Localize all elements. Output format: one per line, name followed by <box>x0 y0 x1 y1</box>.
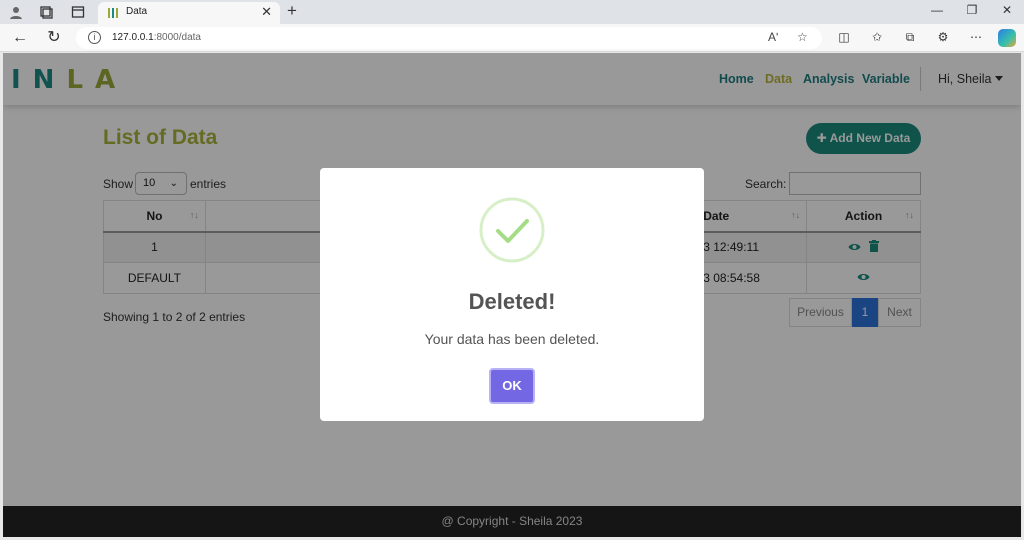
copilot-icon[interactable] <box>998 29 1016 47</box>
dialog-message: Your data has been deleted. <box>424 331 600 347</box>
address-field[interactable]: i 127.0.0.1:8000/data Aʹ ☆ <box>76 27 822 49</box>
minimize-icon[interactable]: — <box>930 3 944 17</box>
browser-address-bar: ← ↻ i 127.0.0.1:8000/data Aʹ ☆ ◫ ✩ ⧉ ⚙ ⋯ <box>0 24 1024 52</box>
tab-title: Data <box>126 6 148 17</box>
extensions-icon[interactable]: ⚙ <box>935 30 951 44</box>
read-aloud-icon[interactable]: Aʹ <box>768 30 778 44</box>
close-tab-icon[interactable]: ✕ <box>261 4 272 20</box>
tab-favicon-icon <box>108 8 118 18</box>
alert-dialog: Deleted! Your data has been deleted. OK <box>320 168 704 421</box>
back-icon[interactable]: ← <box>11 29 29 47</box>
reload-icon[interactable]: ↻ <box>45 29 63 47</box>
collections-icon[interactable]: ⧉ <box>902 30 918 45</box>
tab-actions-icon[interactable] <box>70 4 86 20</box>
browser-tab-bar: Data ✕ + — ❐ ✕ <box>0 0 1024 24</box>
workspaces-icon[interactable] <box>38 4 54 20</box>
ok-button[interactable]: OK <box>489 368 535 404</box>
close-window-icon[interactable]: ✕ <box>1000 3 1014 17</box>
dialog-title: Deleted! <box>468 289 556 314</box>
favorite-star-icon[interactable]: ☆ <box>797 30 808 44</box>
browser-tab-data[interactable]: Data ✕ <box>98 2 280 24</box>
profile-icon[interactable] <box>8 4 24 20</box>
site-info-icon[interactable]: i <box>88 31 101 44</box>
new-tab-icon[interactable]: + <box>287 1 297 21</box>
split-screen-icon[interactable]: ◫ <box>836 30 852 44</box>
url-text: 127.0.0.1:8000/data <box>112 32 201 43</box>
success-check-icon <box>479 197 545 263</box>
favorites-icon[interactable]: ✩ <box>869 30 885 44</box>
more-menu-icon[interactable]: ⋯ <box>968 30 984 44</box>
restore-icon[interactable]: ❐ <box>965 3 979 17</box>
